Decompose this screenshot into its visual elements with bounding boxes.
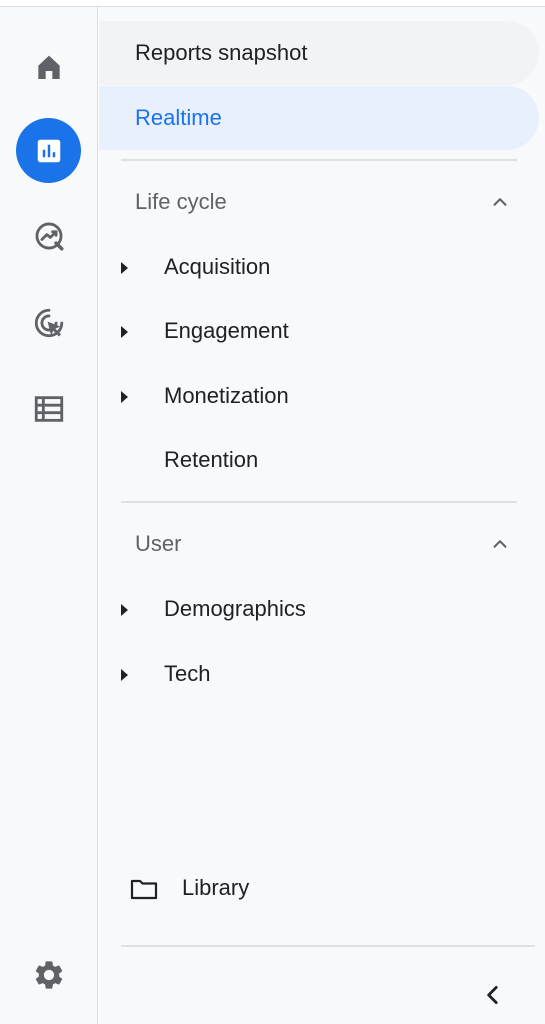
caret-right-icon[interactable] bbox=[121, 669, 128, 681]
divider bbox=[121, 159, 517, 161]
collapse-nav-button[interactable] bbox=[473, 975, 513, 1015]
nav-retention[interactable]: Retention bbox=[99, 435, 529, 485]
nav-tech[interactable]: Tech bbox=[99, 649, 529, 699]
top-border bbox=[0, 0, 545, 7]
nav-demographics-label: Demographics bbox=[164, 596, 306, 621]
folder-icon bbox=[130, 879, 158, 900]
nav-realtime-label: Realtime bbox=[135, 105, 222, 130]
nav-engagement-label: Engagement bbox=[164, 318, 289, 343]
caret-right-icon[interactable] bbox=[121, 326, 128, 338]
reports-button[interactable] bbox=[16, 118, 81, 183]
nav-monetization[interactable]: Monetization bbox=[99, 371, 529, 421]
nav-tech-label: Tech bbox=[164, 661, 211, 686]
home-button[interactable] bbox=[16, 34, 81, 99]
section-life-cycle-header[interactable]: Life cycle bbox=[99, 177, 529, 227]
chevron-left-icon bbox=[487, 986, 498, 1004]
section-user-header[interactable]: User bbox=[99, 519, 529, 569]
reports-nav-panel: Reports snapshot Realtime Life cycle Acq… bbox=[99, 7, 545, 1024]
section-life-cycle-title: Life cycle bbox=[135, 189, 227, 214]
home-icon bbox=[37, 55, 60, 79]
advertising-button[interactable] bbox=[16, 290, 81, 355]
caret-right-icon[interactable] bbox=[121, 604, 128, 616]
divider bbox=[121, 501, 517, 503]
configure-button[interactable] bbox=[16, 376, 81, 441]
settings-button[interactable] bbox=[16, 942, 81, 1007]
nav-acquisition-label: Acquisition bbox=[164, 254, 271, 279]
explore-button[interactable] bbox=[16, 203, 81, 268]
nav-engagement[interactable]: Engagement bbox=[99, 306, 529, 356]
chevron-up-icon[interactable] bbox=[489, 533, 511, 555]
nav-reports-snapshot-label: Reports snapshot bbox=[135, 40, 308, 65]
gear-icon bbox=[35, 960, 62, 989]
nav-reports-snapshot[interactable]: Reports snapshot bbox=[99, 21, 539, 85]
nav-demographics[interactable]: Demographics bbox=[99, 584, 529, 634]
nav-monetization-label: Monetization bbox=[164, 383, 289, 408]
reports-icon bbox=[37, 139, 60, 162]
nav-acquisition[interactable]: Acquisition bbox=[99, 242, 529, 292]
chevron-up-icon[interactable] bbox=[489, 191, 511, 213]
nav-library[interactable]: Library bbox=[99, 863, 529, 913]
nav-realtime[interactable]: Realtime bbox=[99, 86, 539, 150]
caret-right-icon[interactable] bbox=[121, 391, 128, 403]
explore-icon bbox=[35, 222, 64, 251]
section-user-title: User bbox=[135, 531, 182, 556]
caret-right-icon[interactable] bbox=[121, 262, 128, 274]
nav-library-label: Library bbox=[182, 875, 250, 900]
divider bbox=[121, 945, 535, 947]
configure-icon bbox=[34, 395, 63, 422]
advertising-icon bbox=[34, 308, 63, 337]
nav-retention-label: Retention bbox=[164, 447, 259, 472]
icon-rail bbox=[0, 7, 98, 1024]
